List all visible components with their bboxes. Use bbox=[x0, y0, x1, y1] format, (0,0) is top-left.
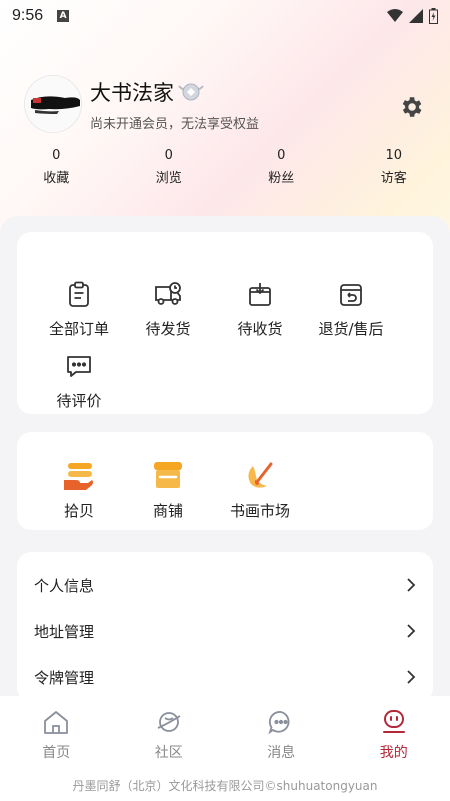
order-label: 全部订单 bbox=[48, 320, 109, 338]
profile-icon bbox=[382, 710, 405, 733]
comment-icon bbox=[67, 356, 91, 377]
tab-label: 首页 bbox=[42, 745, 71, 761]
profile-header: 大书法家 尚未开通会员，无法享受权益 bbox=[24, 74, 434, 134]
service-label: 书画市场 bbox=[229, 502, 290, 520]
stat-value: 0 bbox=[164, 148, 173, 163]
avatar[interactable] bbox=[24, 75, 82, 133]
truck-icon bbox=[155, 282, 181, 305]
tab-home[interactable]: 首页 bbox=[0, 696, 113, 771]
bottom-tab-bar: 首页 社区 消息 我的 bbox=[0, 696, 450, 771]
order-returns[interactable]: 退货/售后 bbox=[301, 278, 401, 339]
service-art-market[interactable]: 书画市场 bbox=[210, 460, 310, 521]
status-time: 9:56 bbox=[12, 7, 44, 24]
box-icon bbox=[249, 283, 271, 306]
stat-value: 0 bbox=[52, 148, 61, 163]
settings-button[interactable] bbox=[396, 92, 426, 122]
member-badge-icon bbox=[176, 80, 206, 104]
stat-label: 粉丝 bbox=[268, 171, 295, 186]
order-label: 待评价 bbox=[56, 392, 102, 410]
calligraphy-avatar-image bbox=[25, 76, 81, 132]
order-pending-receipt[interactable]: 待收货 bbox=[210, 278, 310, 339]
services-card: 拾贝 商铺 书画市场 bbox=[17, 432, 433, 530]
menu-item-address[interactable]: 地址管理 bbox=[17, 608, 433, 654]
chevron-right-icon bbox=[407, 624, 416, 638]
home-icon bbox=[44, 711, 69, 734]
menu-item-personal-info[interactable]: 个人信息 bbox=[17, 562, 433, 608]
menu-item-label: 令牌管理 bbox=[34, 668, 95, 687]
order-label: 待发货 bbox=[145, 320, 191, 338]
stat-label: 浏览 bbox=[155, 171, 182, 186]
planet-icon bbox=[157, 712, 181, 732]
order-pending-review[interactable]: 待评价 bbox=[29, 350, 129, 411]
menu-item-token[interactable]: 令牌管理 bbox=[17, 654, 433, 700]
stat-favorites[interactable]: 0 收藏 bbox=[0, 148, 113, 188]
service-shibei[interactable]: 拾贝 bbox=[29, 460, 129, 521]
order-label: 退货/售后 bbox=[318, 320, 384, 338]
content-sheet: 全部订单 待发货 待收货 退货/售后 待评价 拾贝 商铺 书画市场 个人信息 地… bbox=[0, 216, 450, 702]
stat-value: 0 bbox=[277, 148, 286, 163]
tab-messages[interactable]: 消息 bbox=[225, 696, 338, 771]
wifi-icon bbox=[387, 9, 403, 22]
return-icon bbox=[340, 284, 362, 306]
order-label: 待收货 bbox=[237, 320, 283, 338]
tab-community[interactable]: 社区 bbox=[113, 696, 226, 771]
shop-icon bbox=[154, 462, 182, 488]
membership-note: 尚未开通会员，无法享受权益 bbox=[90, 116, 260, 132]
tab-mine[interactable]: 我的 bbox=[338, 696, 450, 771]
brush-icon bbox=[248, 462, 273, 488]
tab-label: 社区 bbox=[154, 745, 183, 761]
settings-menu-card: 个人信息 地址管理 令牌管理 bbox=[17, 552, 433, 702]
service-shop[interactable]: 商铺 bbox=[118, 460, 218, 521]
app-notification-icon: A bbox=[57, 10, 70, 22]
coins-hand-icon bbox=[64, 463, 93, 490]
tab-label: 我的 bbox=[379, 745, 408, 761]
menu-item-label: 地址管理 bbox=[34, 622, 95, 641]
order-all[interactable]: 全部订单 bbox=[29, 278, 129, 339]
service-label: 拾贝 bbox=[63, 502, 94, 520]
stat-label: 访客 bbox=[380, 171, 407, 186]
copyright-footer: 丹墨同舒（北京）文化科技有限公司©shuhuatongyuan bbox=[0, 771, 450, 801]
chevron-right-icon bbox=[407, 670, 416, 684]
orders-card: 全部订单 待发货 待收货 退货/售后 待评价 bbox=[17, 232, 433, 414]
chat-icon bbox=[268, 711, 290, 735]
tab-label: 消息 bbox=[267, 745, 296, 761]
order-pending-shipment[interactable]: 待发货 bbox=[118, 278, 218, 339]
clipboard-icon bbox=[69, 281, 89, 307]
gear-icon bbox=[402, 97, 422, 117]
username: 大书法家 bbox=[90, 80, 174, 105]
stat-label: 收藏 bbox=[43, 171, 70, 186]
chevron-right-icon bbox=[407, 578, 416, 592]
stat-visitors[interactable]: 10 访客 bbox=[338, 148, 450, 188]
battery-icon bbox=[429, 8, 438, 24]
signal-icon bbox=[409, 9, 423, 23]
profile-stats: 0 收藏 0 浏览 0 粉丝 10 访客 bbox=[0, 148, 450, 188]
menu-item-label: 个人信息 bbox=[34, 576, 95, 595]
stat-value: 10 bbox=[385, 148, 403, 163]
stat-history[interactable]: 0 浏览 bbox=[113, 148, 226, 188]
stat-followers[interactable]: 0 粉丝 bbox=[225, 148, 338, 188]
service-label: 商铺 bbox=[152, 502, 183, 520]
status-bar: 9:56 A bbox=[0, 0, 450, 32]
